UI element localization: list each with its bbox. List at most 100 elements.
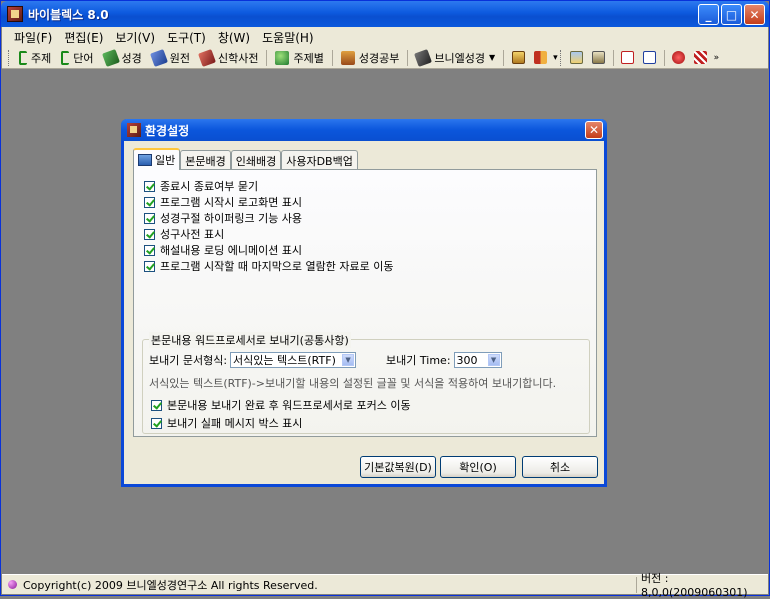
help-icon xyxy=(672,51,686,64)
toolbar-print-button[interactable] xyxy=(590,49,608,67)
toolbar-find-button[interactable] xyxy=(641,49,659,67)
grid-icon xyxy=(511,51,525,64)
time-label: 보내기 Time: xyxy=(386,354,451,367)
toolbar-separator xyxy=(612,49,614,66)
menu-view[interactable]: 보기(V) xyxy=(109,29,161,46)
tab-user-db-backup[interactable]: 사용자DB백업 xyxy=(281,150,358,170)
toolbar-bible-study-button[interactable]: 성경공부 xyxy=(336,48,404,68)
ok-button[interactable]: 확인(O) xyxy=(440,456,516,478)
dialog-title-bar[interactable]: 환경설정 ✕ xyxy=(121,119,607,141)
toolbar-label: 브니엘성경 xyxy=(434,51,485,65)
export-group: 본문내용 워드프로세서로 보내기(공통사항) 보내기 문서형식: 서식있는 텍스… xyxy=(142,332,590,434)
option-loading-animation[interactable]: 해설내용 로딩 에니메이션 표시 xyxy=(144,242,394,258)
toolbar-label: 성경공부 xyxy=(358,51,400,65)
option-show-logo[interactable]: 프로그램 시작시 로고화면 표시 xyxy=(144,194,394,210)
time-value: 300 xyxy=(456,353,478,367)
settings-dialog: 환경설정 ✕ 일반 본문배경 인쇄배경 사용자DB백업 종료시 종료여부 묻기 … xyxy=(121,119,607,487)
dropdown-arrow-icon[interactable]: ▼ xyxy=(489,53,495,62)
export-settings-row: 보내기 문서형식: 서식있는 텍스트(RTF) ▼ 보내기 Time: 300 … xyxy=(149,352,502,368)
checkbox[interactable] xyxy=(151,399,162,411)
chevron-down-icon[interactable]: ▼ xyxy=(487,354,500,366)
toolbar-label: 성경 xyxy=(121,51,142,65)
menu-file[interactable]: 파일(F) xyxy=(8,29,58,46)
toolbar-separator xyxy=(407,49,409,66)
toolbar-grid-button[interactable] xyxy=(509,49,527,67)
menu-tools[interactable]: 도구(T) xyxy=(161,29,212,46)
toolbar-grip[interactable] xyxy=(559,49,563,66)
book-icon xyxy=(414,48,433,67)
people-icon xyxy=(275,50,290,65)
option-label: 성경구절 하이퍼링크 기능 사용 xyxy=(160,212,303,225)
option-restore-last-item[interactable]: 프로그램 시작할 때 마지막으로 열람한 자료로 이동 xyxy=(144,258,394,274)
toolbar-overflow-chevron[interactable]: » xyxy=(714,53,720,63)
toolbar: 주제 단어 성경 원전 신학사전 주제별 성경공부 브니엘성경 ▼ ▾ » xyxy=(2,47,768,69)
maximize-button[interactable]: □ xyxy=(721,4,742,25)
tab-print-background[interactable]: 인쇄배경 xyxy=(230,150,282,170)
window-controls: _ □ ✕ xyxy=(698,4,765,25)
monitor-icon xyxy=(138,154,152,166)
window-title: 바이블렉스 8.0 xyxy=(28,7,109,22)
status-globe-icon xyxy=(8,580,17,589)
checkbox[interactable] xyxy=(144,212,155,224)
toolbar-label: 단어 xyxy=(73,51,94,65)
logo-icon xyxy=(694,51,708,64)
status-copyright-panel: Copyright(c) 2009 브니엘성경연구소 All rights Re… xyxy=(2,577,636,593)
status-version: 버전 : 8,0,0(2009060301) xyxy=(636,572,768,599)
toolbar-label: 주제 xyxy=(31,51,52,65)
time-select[interactable]: 300 ▼ xyxy=(453,352,502,368)
app-icon xyxy=(7,6,23,22)
printer-icon xyxy=(592,51,606,64)
toolbar-by-topic-button[interactable]: 주제별 xyxy=(270,48,328,68)
toolbar-theology-dict-button[interactable]: 신학사전 xyxy=(195,48,263,68)
toolbar-grip[interactable] xyxy=(8,49,11,66)
toolbar-peniel-bible-button[interactable]: 브니엘성경 ▼ xyxy=(411,48,500,68)
format-value: 서식있는 텍스트(RTF) xyxy=(233,354,336,367)
menu-help[interactable]: 도움말(H) xyxy=(256,29,320,46)
dialog-title: 환경설정 xyxy=(145,123,190,138)
title-bar[interactable]: 바이블렉스 8.0 _ □ ✕ xyxy=(1,1,769,27)
toolbar-topic-button[interactable]: 주제 xyxy=(14,48,56,68)
menu-edit[interactable]: 편집(E) xyxy=(58,29,109,46)
checkbox[interactable] xyxy=(144,228,155,240)
toolbar-original-button[interactable]: 원전 xyxy=(147,48,195,68)
close-button[interactable]: ✕ xyxy=(744,4,765,25)
toolbar-separator xyxy=(663,49,665,66)
option-focus-wordprocessor[interactable]: 본문내용 보내기 완료 후 워드프로세서로 포커스 이동 xyxy=(151,396,411,414)
option-show-failure-message[interactable]: 보내기 실패 메시지 박스 표시 xyxy=(151,414,411,432)
option-label: 성구사전 표시 xyxy=(160,228,225,241)
dialog-close-button[interactable]: ✕ xyxy=(585,121,603,139)
find-icon xyxy=(643,51,657,64)
minimize-button[interactable]: _ xyxy=(698,4,719,25)
book-icon xyxy=(149,48,168,67)
toolbar-exit-button[interactable] xyxy=(531,49,549,67)
copy-icon xyxy=(621,51,635,64)
checkbox[interactable] xyxy=(144,260,155,272)
option-label: 보내기 실패 메시지 박스 표시 xyxy=(167,417,303,430)
toolbar-bible-button[interactable]: 성경 xyxy=(99,48,147,68)
chevron-down-icon[interactable]: ▼ xyxy=(342,354,355,366)
checkbox[interactable] xyxy=(144,196,155,208)
checkbox[interactable] xyxy=(144,180,155,192)
checkbox[interactable] xyxy=(151,417,162,429)
cancel-button[interactable]: 취소 xyxy=(522,456,598,478)
book-stack-icon xyxy=(340,50,355,65)
toolbar-overflow-icon[interactable]: ▾ xyxy=(553,53,558,63)
toolbar-folder-button[interactable] xyxy=(568,49,586,67)
tab-general[interactable]: 일반 xyxy=(133,148,181,170)
toolbar-help-button[interactable] xyxy=(670,49,688,67)
green-bracket-icon xyxy=(19,50,27,65)
option-show-verse-dict[interactable]: 성구사전 표시 xyxy=(144,226,394,242)
menu-window[interactable]: 창(W) xyxy=(212,29,256,46)
option-verse-hyperlink[interactable]: 성경구절 하이퍼링크 기능 사용 xyxy=(144,210,394,226)
format-select[interactable]: 서식있는 텍스트(RTF) ▼ xyxy=(230,352,357,368)
option-confirm-exit[interactable]: 종료시 종료여부 묻기 xyxy=(144,178,394,194)
toolbar-separator xyxy=(331,49,333,66)
option-label: 종료시 종료여부 묻기 xyxy=(160,180,259,193)
tab-text-background[interactable]: 본문배경 xyxy=(180,150,231,170)
restore-defaults-button[interactable]: 기본값복원(D) xyxy=(360,456,436,478)
tab-strip: 일반 본문배경 인쇄배경 사용자DB백업 xyxy=(133,148,358,170)
toolbar-logo-button[interactable] xyxy=(692,49,710,67)
toolbar-copy-button[interactable] xyxy=(619,49,637,67)
toolbar-word-button[interactable]: 단어 xyxy=(56,48,98,68)
checkbox[interactable] xyxy=(144,244,155,256)
